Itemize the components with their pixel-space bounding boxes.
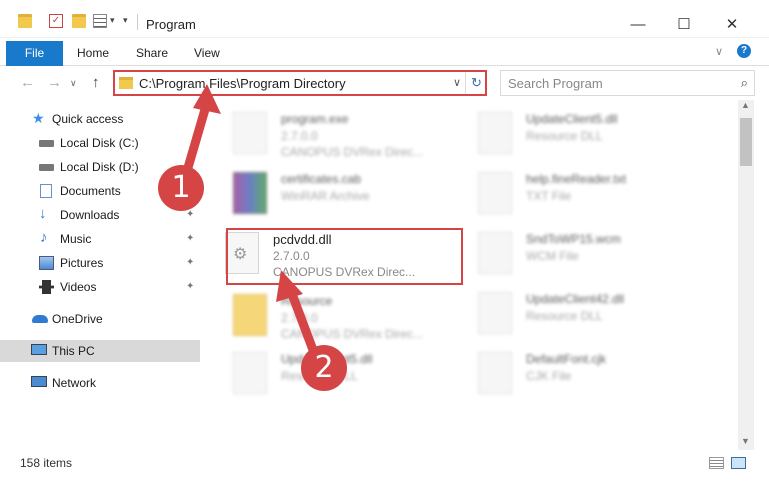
step-1-badge: 1 bbox=[158, 165, 204, 211]
arrow-1-head bbox=[193, 84, 221, 114]
step-2-badge: 2 bbox=[301, 345, 347, 391]
arrow-2-head bbox=[276, 270, 303, 302]
annotation-arrows bbox=[180, 84, 321, 363]
